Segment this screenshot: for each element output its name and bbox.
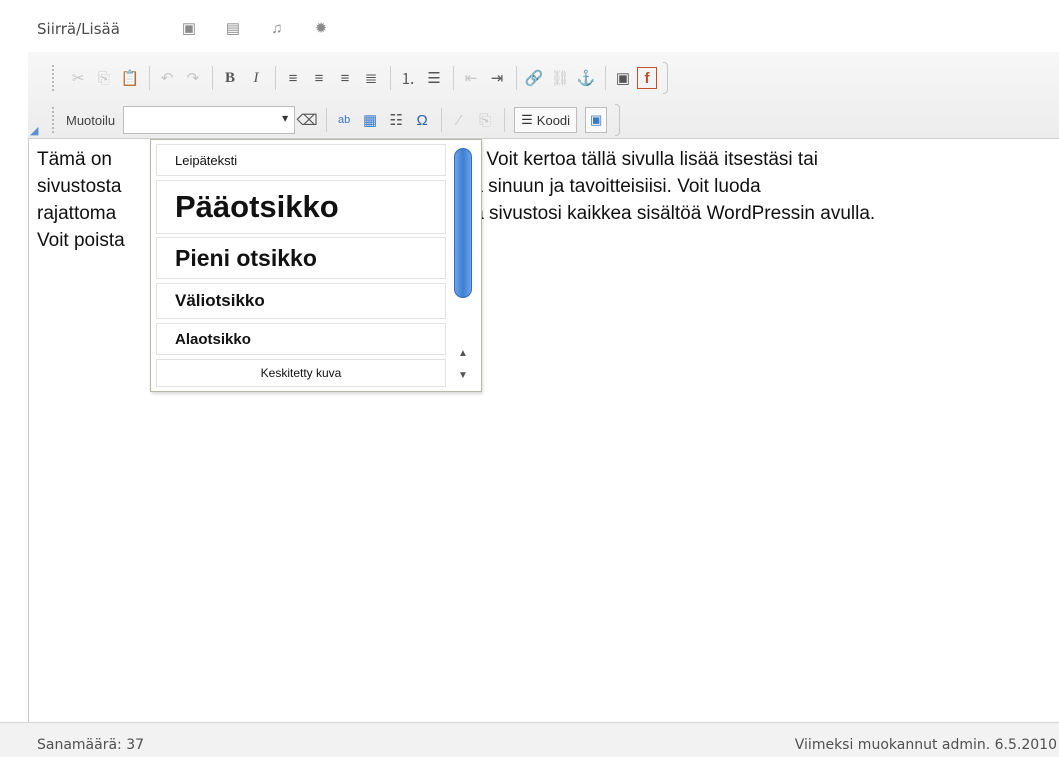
toolbar-row-1: ✂ ⎘ 📋 ↶ ↷ B I ≡ ≡ ≡ ≣ ⒈ ☰ ⇤ ⇥ 🔗 ⛓ ⚓ ▣ f bbox=[28, 58, 668, 98]
toolbar-end bbox=[615, 104, 621, 136]
align-left-icon[interactable]: ≡ bbox=[281, 65, 305, 91]
copy-format-icon[interactable]: ⎘ bbox=[473, 107, 497, 133]
bold-icon[interactable]: B bbox=[218, 65, 242, 91]
audio-icon[interactable]: ♫ bbox=[268, 20, 286, 38]
fullscreen-button[interactable]: ▣ bbox=[585, 107, 608, 133]
cut-icon[interactable]: ✂ bbox=[66, 65, 90, 91]
fullscreen-icon: ▣ bbox=[590, 112, 603, 127]
separator bbox=[326, 108, 328, 132]
copy-icon[interactable]: ⎘ bbox=[92, 65, 116, 91]
format-select[interactable]: ▾ bbox=[123, 106, 296, 134]
toolbar-toggle-icon[interactable]: ◢ bbox=[30, 124, 38, 137]
toolbar-grip[interactable] bbox=[52, 65, 60, 91]
word-count: Sanamäärä: 37 bbox=[37, 737, 145, 753]
last-modified: Viimeksi muokannut admin. 6.5.2010 bbox=[794, 737, 1057, 753]
separator bbox=[453, 66, 454, 90]
separator bbox=[275, 66, 276, 90]
anchor-icon[interactable]: ⚓ bbox=[574, 65, 598, 91]
dropdown-item-pieni-otsikko[interactable]: Pieni otsikko bbox=[156, 237, 446, 279]
media-label: Siirrä/Lisää bbox=[37, 20, 120, 38]
omega-icon[interactable]: Ω bbox=[410, 107, 434, 133]
spellcheck-icon[interactable]: ab bbox=[332, 107, 356, 133]
dropdown-item-alaotsikko[interactable]: Alaotsikko bbox=[156, 323, 446, 355]
status-bar: Sanamäärä: 37 Viimeksi muokannut admin. … bbox=[0, 722, 1059, 757]
image-icon[interactable]: ▣ bbox=[180, 20, 198, 38]
separator bbox=[390, 66, 391, 90]
facebook-icon[interactable]: f bbox=[637, 67, 657, 89]
insert-image-icon[interactable]: ▣ bbox=[611, 65, 635, 91]
undo-icon[interactable]: ↶ bbox=[155, 65, 179, 91]
dropdown-item-leipateksti[interactable]: Leipäteksti bbox=[156, 144, 446, 176]
code-icon: ☰ bbox=[521, 112, 533, 127]
toolbar-row-2: Muotoilu ▾ ⌫ ab ▦ ☷ Ω ⁄ ⎘ ☰ Koodi ▣ bbox=[28, 100, 621, 140]
separator bbox=[441, 108, 443, 132]
brush-icon[interactable]: ⁄ bbox=[447, 107, 471, 133]
paste-icon[interactable]: 📋 bbox=[118, 65, 142, 91]
align-right-icon[interactable]: ≡ bbox=[333, 65, 357, 91]
separator bbox=[149, 66, 150, 90]
redo-icon[interactable]: ↷ bbox=[181, 65, 205, 91]
eraser-icon[interactable]: ⌫ bbox=[295, 107, 319, 133]
code-button-label: Koodi bbox=[536, 112, 571, 128]
separator bbox=[504, 108, 506, 132]
separator bbox=[212, 66, 213, 90]
dropdown-scrollbar[interactable]: ▲ ▼ bbox=[452, 146, 474, 386]
format-label: Muotoilu bbox=[66, 112, 116, 128]
chevron-down-icon: ▾ bbox=[282, 111, 289, 125]
unlink-icon[interactable]: ⛓ bbox=[548, 65, 572, 91]
media-bar: Siirrä/Lisää ▣ ▤ ♫ ✹ bbox=[0, 0, 1059, 52]
align-center-icon[interactable]: ≡ bbox=[307, 65, 331, 91]
toolbar-end bbox=[663, 62, 668, 94]
italic-icon[interactable]: I bbox=[244, 65, 268, 91]
outdent-icon[interactable]: ⇤ bbox=[459, 65, 483, 91]
bullet-list-icon[interactable]: ☰ bbox=[422, 65, 446, 91]
scroll-up-icon[interactable]: ▲ bbox=[454, 346, 472, 362]
indent-icon[interactable]: ⇥ bbox=[485, 65, 509, 91]
align-justify-icon[interactable]: ≣ bbox=[359, 65, 383, 91]
scrollbar-thumb[interactable] bbox=[454, 148, 472, 298]
dropdown-item-paaotsikko[interactable]: Pääotsikko bbox=[156, 180, 446, 234]
numbered-list-icon[interactable]: ⒈ bbox=[396, 65, 420, 91]
list-style-icon[interactable]: ☷ bbox=[384, 107, 408, 133]
media-icon[interactable]: ✹ bbox=[312, 20, 330, 38]
separator bbox=[605, 66, 606, 90]
table-icon[interactable]: ▦ bbox=[358, 107, 382, 133]
video-icon[interactable]: ▤ bbox=[224, 20, 242, 38]
format-dropdown: Leipäteksti Pääotsikko Pieni otsikko Väl… bbox=[150, 139, 482, 392]
code-button[interactable]: ☰ Koodi bbox=[514, 107, 578, 133]
scroll-down-icon[interactable]: ▼ bbox=[454, 368, 472, 384]
toolbar-grip[interactable] bbox=[52, 107, 60, 133]
dropdown-item-keskitetty-kuva[interactable]: Keskitetty kuva bbox=[156, 359, 446, 387]
editor-toolbar: ✂ ⎘ 📋 ↶ ↷ B I ≡ ≡ ≡ ≣ ⒈ ☰ ⇤ ⇥ 🔗 ⛓ ⚓ ▣ f Muotoilu ▾ ⌫ ab ▦ ☷… bbox=[28, 52, 1059, 139]
link-icon[interactable]: 🔗 bbox=[522, 65, 546, 91]
separator bbox=[516, 66, 517, 90]
dropdown-item-valiotsikko[interactable]: Väliotsikko bbox=[156, 283, 446, 319]
